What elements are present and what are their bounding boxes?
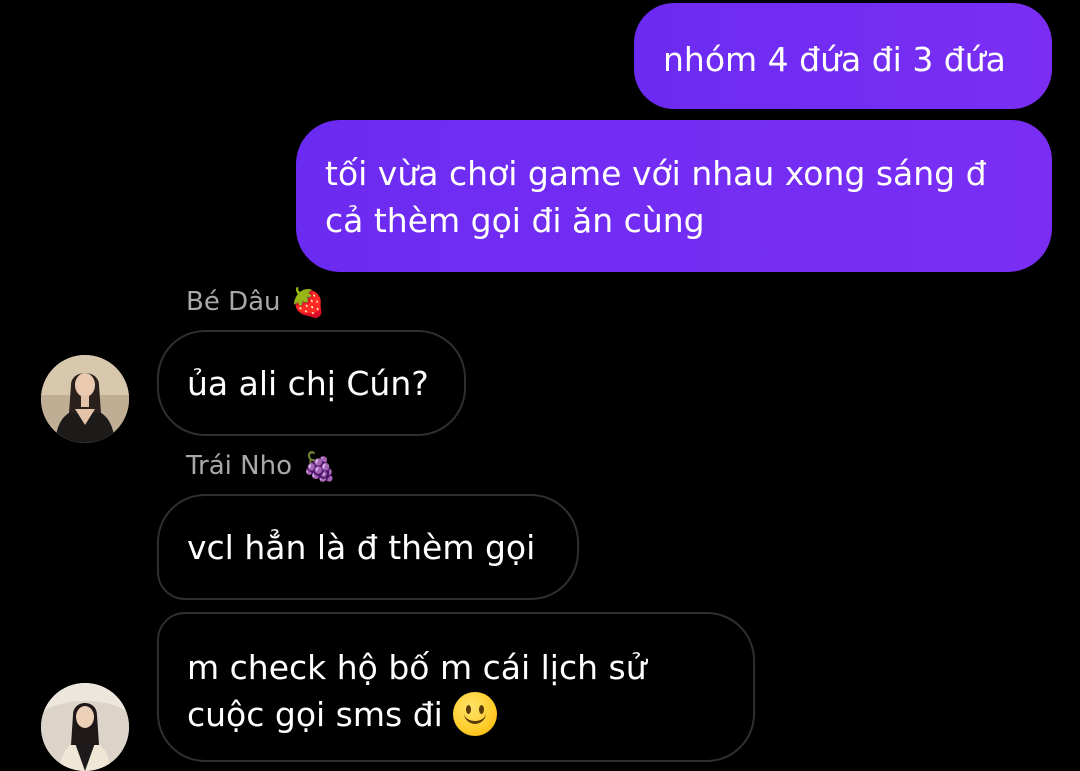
incoming-message-bubble[interactable]: m check hộ bố m cái lịch sử cuộc gọi sms… bbox=[157, 612, 755, 762]
message-text-line: tối vừa chơi game với nhau xong sáng đ bbox=[325, 154, 987, 193]
message-text: vcl hẳn là đ thèm gọi bbox=[187, 528, 536, 567]
outgoing-message-bubble[interactable]: tối vừa chơi game với nhau xong sáng đ c… bbox=[296, 120, 1052, 272]
sender-name: Trái Nho 🍇 bbox=[186, 450, 337, 483]
incoming-message-bubble[interactable]: vcl hẳn là đ thèm gọi bbox=[157, 494, 579, 600]
avatar[interactable] bbox=[41, 683, 129, 771]
outgoing-message-bubble[interactable]: nhóm 4 đứa đi 3 đứa bbox=[634, 3, 1052, 109]
message-text: nhóm 4 đứa đi 3 đứa bbox=[663, 40, 1006, 79]
message-text-fragment: cuộc gọi sms đi bbox=[187, 695, 443, 734]
message-text-line: cuộc gọi sms đi bbox=[187, 691, 753, 738]
message-text-line: m check hộ bố m cái lịch sử bbox=[187, 648, 647, 687]
strawberry-icon: 🍓 bbox=[290, 286, 326, 319]
message-text-line: cả thèm gọi đi ăn cùng bbox=[325, 201, 705, 240]
grapes-icon: 🍇 bbox=[302, 450, 337, 483]
sender-name-text: Bé Dâu bbox=[186, 287, 281, 317]
incoming-message-bubble[interactable]: ủa ali chị Cún? bbox=[157, 330, 466, 436]
message-text: ủa ali chị Cún? bbox=[187, 364, 429, 403]
sender-name-text: Trái Nho bbox=[186, 451, 293, 481]
slightly-smiling-face-icon bbox=[452, 692, 497, 736]
sender-name: Bé Dâu 🍓 bbox=[186, 286, 325, 319]
avatar[interactable] bbox=[41, 355, 129, 443]
